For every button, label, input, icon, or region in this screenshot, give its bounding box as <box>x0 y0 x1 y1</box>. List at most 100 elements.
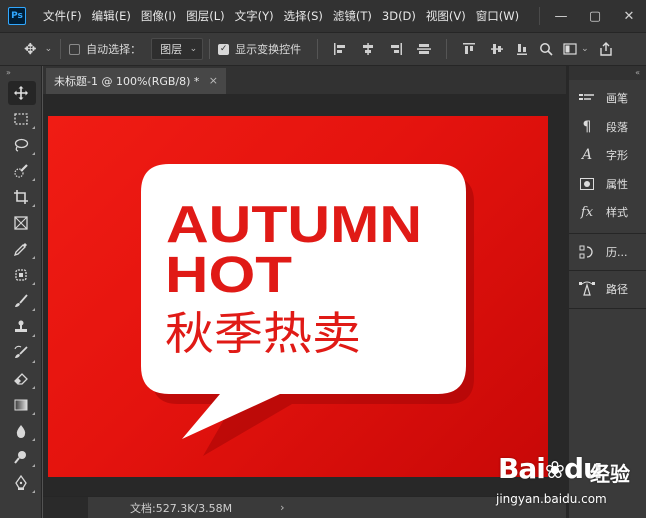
quick-selection-icon <box>14 164 28 178</box>
eyedropper-tool[interactable] <box>0 236 42 262</box>
workspace-icon[interactable] <box>559 43 581 55</box>
menu-file[interactable]: 文件(F) <box>38 0 87 32</box>
auto-select-checkbox[interactable] <box>69 43 81 55</box>
pen-icon <box>15 475 27 490</box>
align-top-icon[interactable] <box>455 42 483 56</box>
panel-history[interactable]: 历... <box>569 238 646 267</box>
menu-window[interactable]: 窗口(W) <box>471 0 524 32</box>
panel-group-2: 历... <box>569 234 646 271</box>
divider <box>446 39 448 59</box>
healing-brush-tool[interactable] <box>0 262 42 288</box>
canvas[interactable]: AUTUMN HOT 秋季热卖 <box>48 116 548 477</box>
brush-icon <box>15 294 28 307</box>
stamp-icon <box>15 320 27 332</box>
status-bar: 文档:527.3K/3.58M › <box>43 496 566 518</box>
menu-view[interactable]: 视图(V) <box>421 0 471 32</box>
healing-brush-icon <box>15 269 27 281</box>
close-button[interactable]: ✕ <box>612 0 646 32</box>
align-left-icon[interactable] <box>326 42 354 56</box>
dodge-icon <box>14 451 26 464</box>
tool-group-corner <box>32 360 35 363</box>
collapse-panels-icon[interactable]: « <box>569 66 646 80</box>
headline-chinese: 秋季热卖 <box>165 307 361 360</box>
baidu-jingyan-watermark: Bai❀du 经验 jingyan.baidu.com <box>494 446 644 516</box>
tool-group-corner <box>32 204 35 207</box>
show-transform-checkbox[interactable]: ✓ <box>218 43 230 55</box>
tool-group-corner <box>32 464 35 467</box>
align-bottom-icon[interactable] <box>511 42 533 56</box>
window-controls: — ▢ ✕ <box>539 0 646 32</box>
baidu-logo: Bai❀du <box>498 452 603 485</box>
menu-3d[interactable]: 3D(D) <box>377 0 421 32</box>
align-controls <box>326 42 438 56</box>
panel-paths[interactable]: 路径 <box>569 275 646 304</box>
options-bar: ✥ ⌄ 自动选择： 图层 ⌄ ✓ 显示变换控件 ⌄ <box>0 32 646 66</box>
lasso-tool[interactable] <box>0 132 42 158</box>
distribute-icon[interactable] <box>410 42 438 56</box>
panel-character[interactable]: A 字形 <box>569 141 646 170</box>
eyedropper-icon <box>13 243 27 257</box>
panel-label: 属性 <box>606 177 628 191</box>
tab-close-icon[interactable]: × <box>209 74 218 87</box>
history-brush-tool[interactable] <box>0 340 42 366</box>
align-center-icon[interactable] <box>354 42 382 56</box>
minimize-button[interactable]: — <box>544 0 578 32</box>
brush-panel-icon <box>578 91 596 105</box>
tool-group-corner <box>32 152 35 155</box>
panel-label: 段落 <box>606 120 628 134</box>
align-right-icon[interactable] <box>382 42 410 56</box>
quick-selection-tool[interactable] <box>0 158 42 184</box>
align-vertical-controls <box>455 42 533 56</box>
divider <box>317 39 319 59</box>
blur-icon <box>16 425 26 438</box>
restore-button[interactable]: ▢ <box>578 0 612 32</box>
document-tab[interactable]: 未标题-1 @ 100%(RGB/8) * × <box>46 68 226 94</box>
blur-tool[interactable] <box>0 418 42 444</box>
menu-type[interactable]: 文字(Y) <box>230 0 279 32</box>
crop-tool[interactable] <box>0 184 42 210</box>
styles-icon: fx <box>580 204 594 220</box>
frame-tool[interactable] <box>0 210 42 236</box>
chevron-down-icon[interactable]: ⌄ <box>581 44 593 54</box>
menu-image[interactable]: 图像(I) <box>136 0 181 32</box>
menu-edit[interactable]: 编辑(E) <box>87 0 136 32</box>
tool-group-corner <box>32 256 35 259</box>
brush-tool[interactable] <box>0 288 42 314</box>
eraser-tool[interactable] <box>0 366 42 392</box>
dodge-tool[interactable] <box>0 444 42 470</box>
menu-layer[interactable]: 图层(L) <box>181 0 229 32</box>
panel-paragraph[interactable]: ¶ 段落 <box>569 113 646 142</box>
pen-tool[interactable] <box>0 470 42 496</box>
marquee-tool[interactable] <box>0 106 42 132</box>
divider <box>209 39 211 59</box>
zoom-field[interactable] <box>43 496 88 518</box>
gradient-tool[interactable] <box>0 392 42 418</box>
search-icon[interactable] <box>533 42 559 56</box>
panel-properties[interactable]: 属性 <box>569 170 646 199</box>
panel-group-1: 画笔 ¶ 段落 A 字形 属性 fx 样式 <box>569 80 646 234</box>
panel-styles[interactable]: fx 样式 <box>569 198 646 227</box>
properties-icon <box>578 177 596 190</box>
status-menu-arrow-icon[interactable]: › <box>280 501 284 514</box>
collapse-toolbar-icon[interactable]: » <box>0 66 41 80</box>
tools-panel: » <box>0 66 42 518</box>
align-middle-icon[interactable] <box>483 42 511 56</box>
move-tool[interactable] <box>0 80 42 106</box>
frame-icon <box>14 216 28 230</box>
panel-brush[interactable]: 画笔 <box>569 84 646 113</box>
layer-select-value: 图层 <box>160 43 183 56</box>
share-icon[interactable] <box>593 42 619 56</box>
menu-select[interactable]: 选择(S) <box>279 0 328 32</box>
panel-label: 路径 <box>606 283 628 297</box>
layer-select-dropdown[interactable]: 图层 ⌄ <box>151 38 204 60</box>
menu-filter[interactable]: 滤镜(T) <box>328 0 377 32</box>
panel-label: 样式 <box>606 206 628 220</box>
tool-group-corner <box>32 178 35 181</box>
lasso-icon <box>14 138 29 152</box>
chevron-down-icon[interactable]: ⌄ <box>45 44 53 54</box>
move-tool-preset-icon[interactable]: ✥ <box>24 40 37 58</box>
move-icon <box>14 86 28 100</box>
tool-group-corner <box>32 282 35 285</box>
document-area: 未标题-1 @ 100%(RGB/8) * × AUTUMN HOT 秋季热卖 <box>43 66 566 518</box>
stamp-tool[interactable] <box>0 314 42 340</box>
